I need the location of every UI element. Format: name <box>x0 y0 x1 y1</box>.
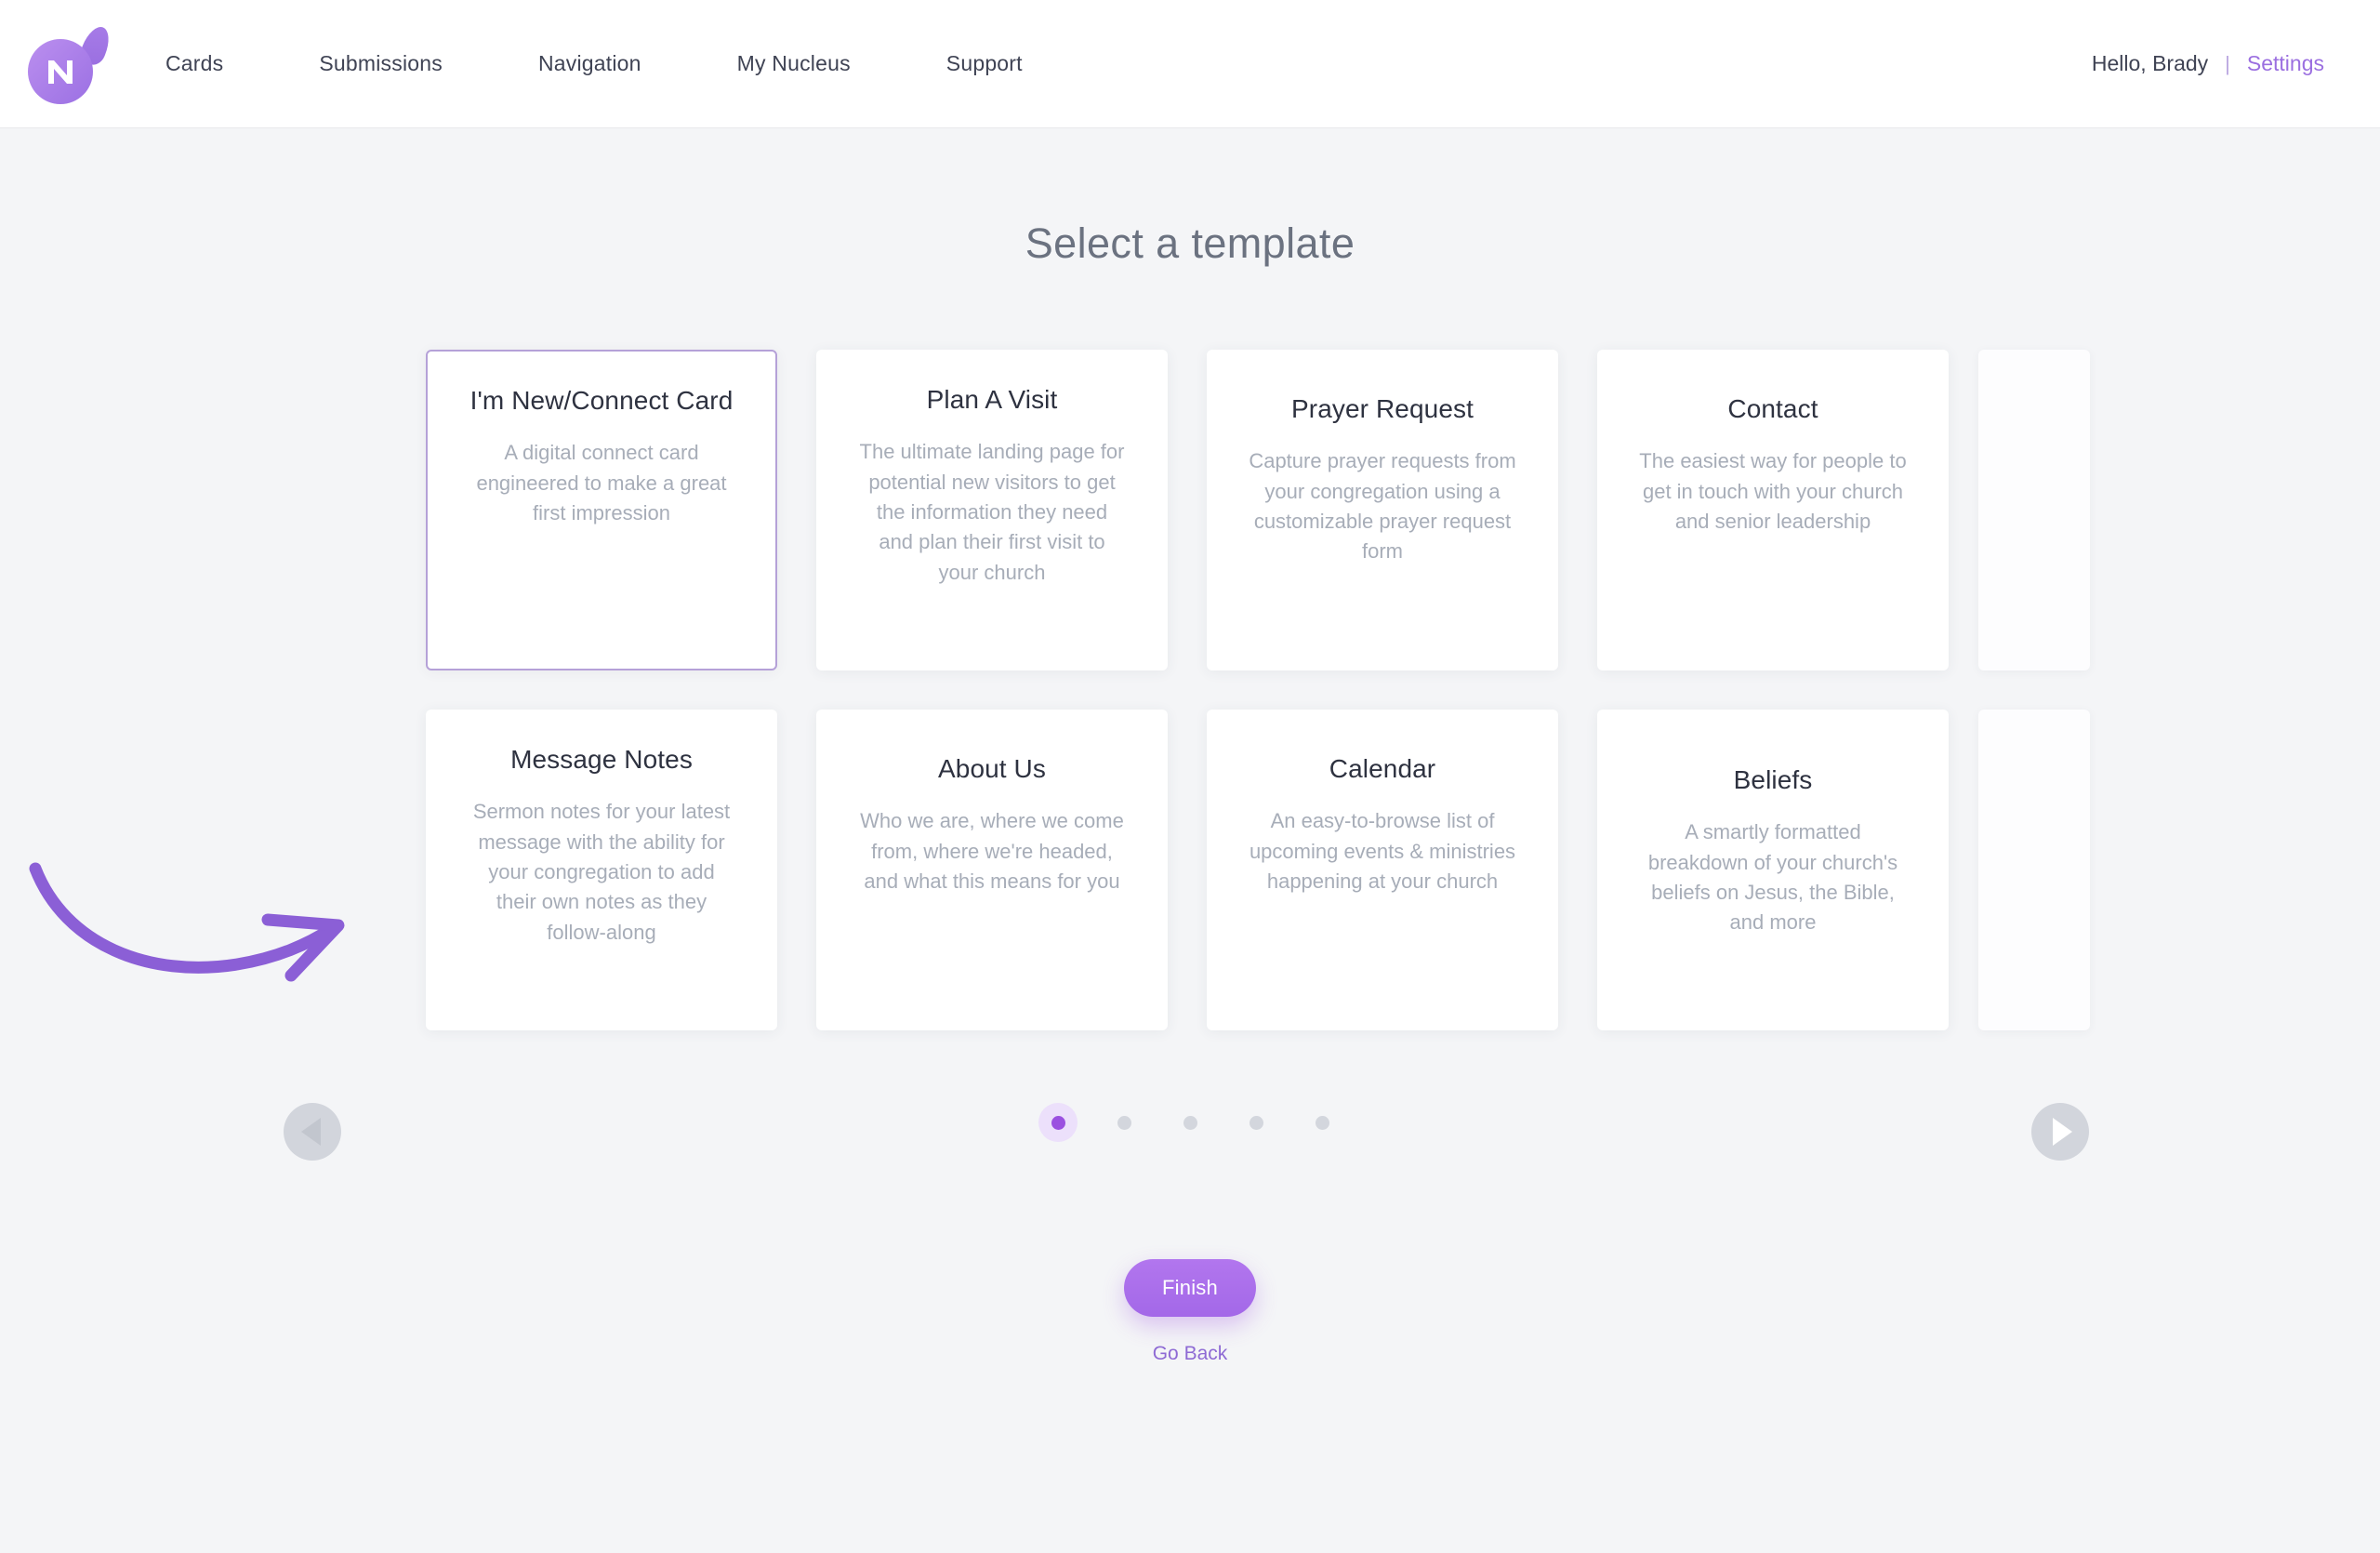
carousel-next-button[interactable] <box>2031 1103 2089 1161</box>
carousel-dot-2[interactable] <box>1104 1103 1144 1142</box>
nav-item-support[interactable]: Support <box>946 42 1023 86</box>
carousel-prev-button[interactable] <box>284 1103 341 1161</box>
template-card-grid: I'm New/Connect Card A digital connect c… <box>426 350 1991 1030</box>
template-carousel: I'm New/Connect Card A digital connect c… <box>0 350 2380 1161</box>
template-card-description: The ultimate landing page for potential … <box>859 440 1125 584</box>
main-nav: Cards Submissions Navigation My Nucleus … <box>165 42 1023 86</box>
template-card-plan-a-visit[interactable]: Plan A Visit The ultimate landing page f… <box>816 350 1168 670</box>
template-card-title: Prayer Request <box>1291 394 1474 423</box>
carousel-dot-5[interactable] <box>1302 1103 1342 1142</box>
template-card-description: A digital connect card engineered to mak… <box>476 441 727 524</box>
chevron-right-icon <box>2053 1118 2072 1146</box>
user-greeting: Hello, Brady <box>2091 51 2209 75</box>
template-card-description: The easiest way for people to get in tou… <box>1639 449 1907 533</box>
nav-item-cards[interactable]: Cards <box>165 42 223 86</box>
chevron-left-icon <box>300 1118 321 1146</box>
template-card-calendar[interactable]: Calendar An easy-to-browse list of upcom… <box>1207 710 1558 1030</box>
template-card-title: Message Notes <box>510 745 693 774</box>
carousel-dot-4[interactable] <box>1236 1103 1276 1142</box>
wizard-actions: Finish Go Back <box>0 1259 2380 1365</box>
template-card-title: Contact <box>1727 394 1818 423</box>
dot-icon <box>1117 1115 1131 1130</box>
nav-item-submissions[interactable]: Submissions <box>319 42 443 86</box>
template-card-title: Calendar <box>1329 754 1436 783</box>
nav-item-navigation[interactable]: Navigation <box>538 42 641 86</box>
template-card-description: Who we are, where we come from, where we… <box>860 809 1124 893</box>
account-area: Hello, Brady | Settings <box>2092 51 2324 76</box>
ghost-card <box>1978 710 2090 1030</box>
template-card-title: Beliefs <box>1733 765 1813 794</box>
template-card-title: About Us <box>938 754 1046 783</box>
logo-letter-n <box>28 39 93 104</box>
template-card-prayer-request[interactable]: Prayer Request Capture prayer requests f… <box>1207 350 1558 670</box>
template-card-description: A smartly formatted breakdown of your ch… <box>1647 820 1898 935</box>
template-card-title: Plan A Visit <box>926 385 1058 414</box>
curved-arrow-annotation-icon <box>29 862 345 982</box>
dot-icon <box>1051 1115 1065 1130</box>
template-card-beliefs[interactable]: Beliefs A smartly formatted breakdown of… <box>1597 710 1949 1030</box>
carousel-dot-3[interactable] <box>1170 1103 1210 1142</box>
carousel-pagination <box>0 1103 2380 1142</box>
carousel-dot-1[interactable] <box>1038 1103 1078 1142</box>
template-card-description: An easy-to-browse list of upcoming event… <box>1249 809 1516 893</box>
template-card-im-new-connect-card[interactable]: I'm New/Connect Card A digital connect c… <box>426 350 777 670</box>
dot-icon <box>1249 1115 1263 1130</box>
page-title: Select a template <box>1025 219 1355 267</box>
finish-button[interactable]: Finish <box>1124 1259 1256 1317</box>
template-card-title: I'm New/Connect Card <box>469 386 734 415</box>
ghost-card <box>1978 350 2090 670</box>
template-card-about-us[interactable]: About Us Who we are, where we come from,… <box>816 710 1168 1030</box>
nucleus-logo-icon[interactable] <box>28 22 114 104</box>
template-card-message-notes[interactable]: Message Notes Sermon notes for your late… <box>426 710 777 1030</box>
divider: | <box>2225 51 2230 75</box>
settings-link[interactable]: Settings <box>2247 51 2324 76</box>
template-card-contact[interactable]: Contact The easiest way for people to ge… <box>1597 350 1949 670</box>
template-card-description: Capture prayer requests from your congre… <box>1249 449 1516 564</box>
go-back-link[interactable]: Go Back <box>1153 1343 1228 1365</box>
nav-item-my-nucleus[interactable]: My Nucleus <box>737 42 851 86</box>
top-navigation-bar: Cards Submissions Navigation My Nucleus … <box>0 0 2380 128</box>
template-card-description: Sermon notes for your latest message wit… <box>472 800 731 944</box>
dot-icon <box>1315 1115 1329 1130</box>
dot-icon <box>1183 1115 1197 1130</box>
